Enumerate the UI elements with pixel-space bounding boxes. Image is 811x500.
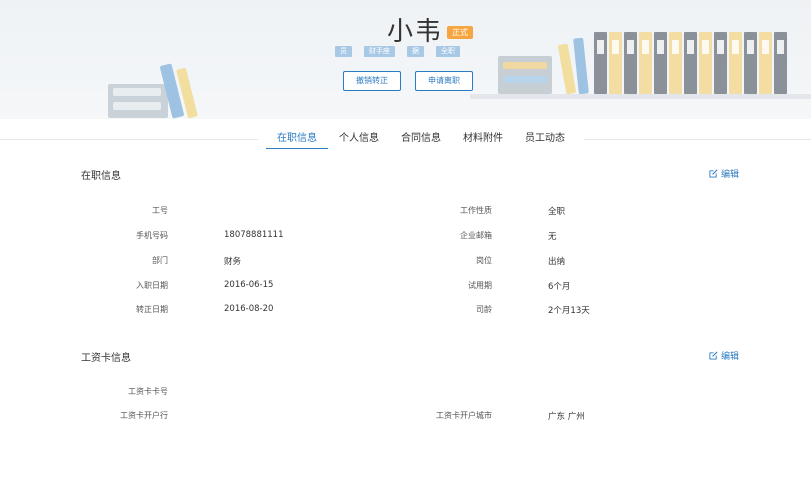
job-edit-button[interactable]: 编辑 xyxy=(709,167,739,180)
salary-edit-button[interactable]: 编辑 xyxy=(709,349,739,362)
tag: 员 xyxy=(335,46,352,57)
profile-banner: 小韦 正式 员 财手座 据 全职 撤销转正 申请离职 xyxy=(0,0,811,119)
decor-book-icon xyxy=(729,32,742,94)
value-job-nature: 全职 xyxy=(548,207,566,217)
value-bank-city: 广东 广州 xyxy=(548,412,585,422)
employee-name: 小韦 xyxy=(387,17,444,47)
value-hire-date: 2016-06-15 xyxy=(224,280,274,290)
label-job-nature: 工作性质 xyxy=(460,206,492,215)
tab-personal-info[interactable]: 个人信息 xyxy=(328,131,390,149)
value-probation: 6个月 xyxy=(548,282,571,292)
decor-book-icon xyxy=(609,32,622,94)
label-phone: 手机号码 xyxy=(136,231,168,240)
value-department: 财务 xyxy=(224,257,242,267)
tab-attachments[interactable]: 材料附件 xyxy=(452,131,514,149)
undo-regularize-button[interactable]: 撤销转正 xyxy=(343,71,401,91)
value-seniority: 2个月13天 xyxy=(548,306,590,316)
decor-book-icon xyxy=(774,32,787,94)
decor-book-icon xyxy=(744,32,757,94)
decor-book-icon xyxy=(759,32,772,94)
decor-book-icon xyxy=(624,32,637,94)
apply-resign-button[interactable]: 申请离职 xyxy=(415,71,473,91)
tab-bar: 在职信息 个人信息 合同信息 材料附件 员工动态 xyxy=(258,131,584,149)
decor-box-icon xyxy=(113,102,161,110)
edit-label: 编辑 xyxy=(721,352,740,362)
tab-employee-activity[interactable]: 员工动态 xyxy=(514,131,576,149)
job-section-title: 在职信息 xyxy=(81,171,121,182)
employee-tags: 员 财手座 据 全职 xyxy=(335,46,460,57)
value-regular-date: 2016-08-20 xyxy=(224,304,274,314)
decor-book-icon xyxy=(654,32,667,94)
label-hire-date: 入职日期 xyxy=(136,281,168,290)
value-company-email: 无 xyxy=(548,232,557,242)
label-company-email: 企业邮箱 xyxy=(460,231,492,240)
decor-book-icon xyxy=(639,32,652,94)
edit-icon xyxy=(709,351,718,360)
decor-shelf xyxy=(470,94,811,99)
edit-icon xyxy=(709,169,718,178)
label-regular-date: 转正日期 xyxy=(136,305,168,314)
label-card-number: 工资卡卡号 xyxy=(128,387,168,396)
label-probation: 试用期 xyxy=(468,281,492,290)
value-position: 出纳 xyxy=(548,257,566,267)
tab-job-info[interactable]: 在职信息 xyxy=(266,131,328,149)
decor-book-icon xyxy=(714,32,727,94)
label-position: 岗位 xyxy=(476,256,492,265)
tag: 据 xyxy=(407,46,424,57)
label-department: 部门 xyxy=(152,256,168,265)
label-bank: 工资卡开户行 xyxy=(120,411,168,420)
label-employee-id: 工号 xyxy=(152,206,168,215)
status-badge: 正式 xyxy=(447,26,473,39)
salary-section-title: 工资卡信息 xyxy=(81,353,131,364)
edit-label: 编辑 xyxy=(721,170,740,180)
value-phone: 18078881111 xyxy=(224,230,284,240)
decor-book-icon xyxy=(594,32,607,94)
tag: 财手座 xyxy=(364,46,395,57)
tag: 全职 xyxy=(436,46,460,57)
decor-book-icon xyxy=(669,32,682,94)
decor-book-icon xyxy=(573,37,589,95)
label-seniority: 司龄 xyxy=(476,305,492,314)
decor-book-icon xyxy=(684,32,697,94)
decor-box-icon xyxy=(503,76,547,83)
decor-box-icon xyxy=(113,88,161,96)
decor-book-icon xyxy=(699,32,712,94)
tab-contract-info[interactable]: 合同信息 xyxy=(390,131,452,149)
label-bank-city: 工资卡开户城市 xyxy=(436,411,492,420)
decor-box-icon xyxy=(503,62,547,69)
